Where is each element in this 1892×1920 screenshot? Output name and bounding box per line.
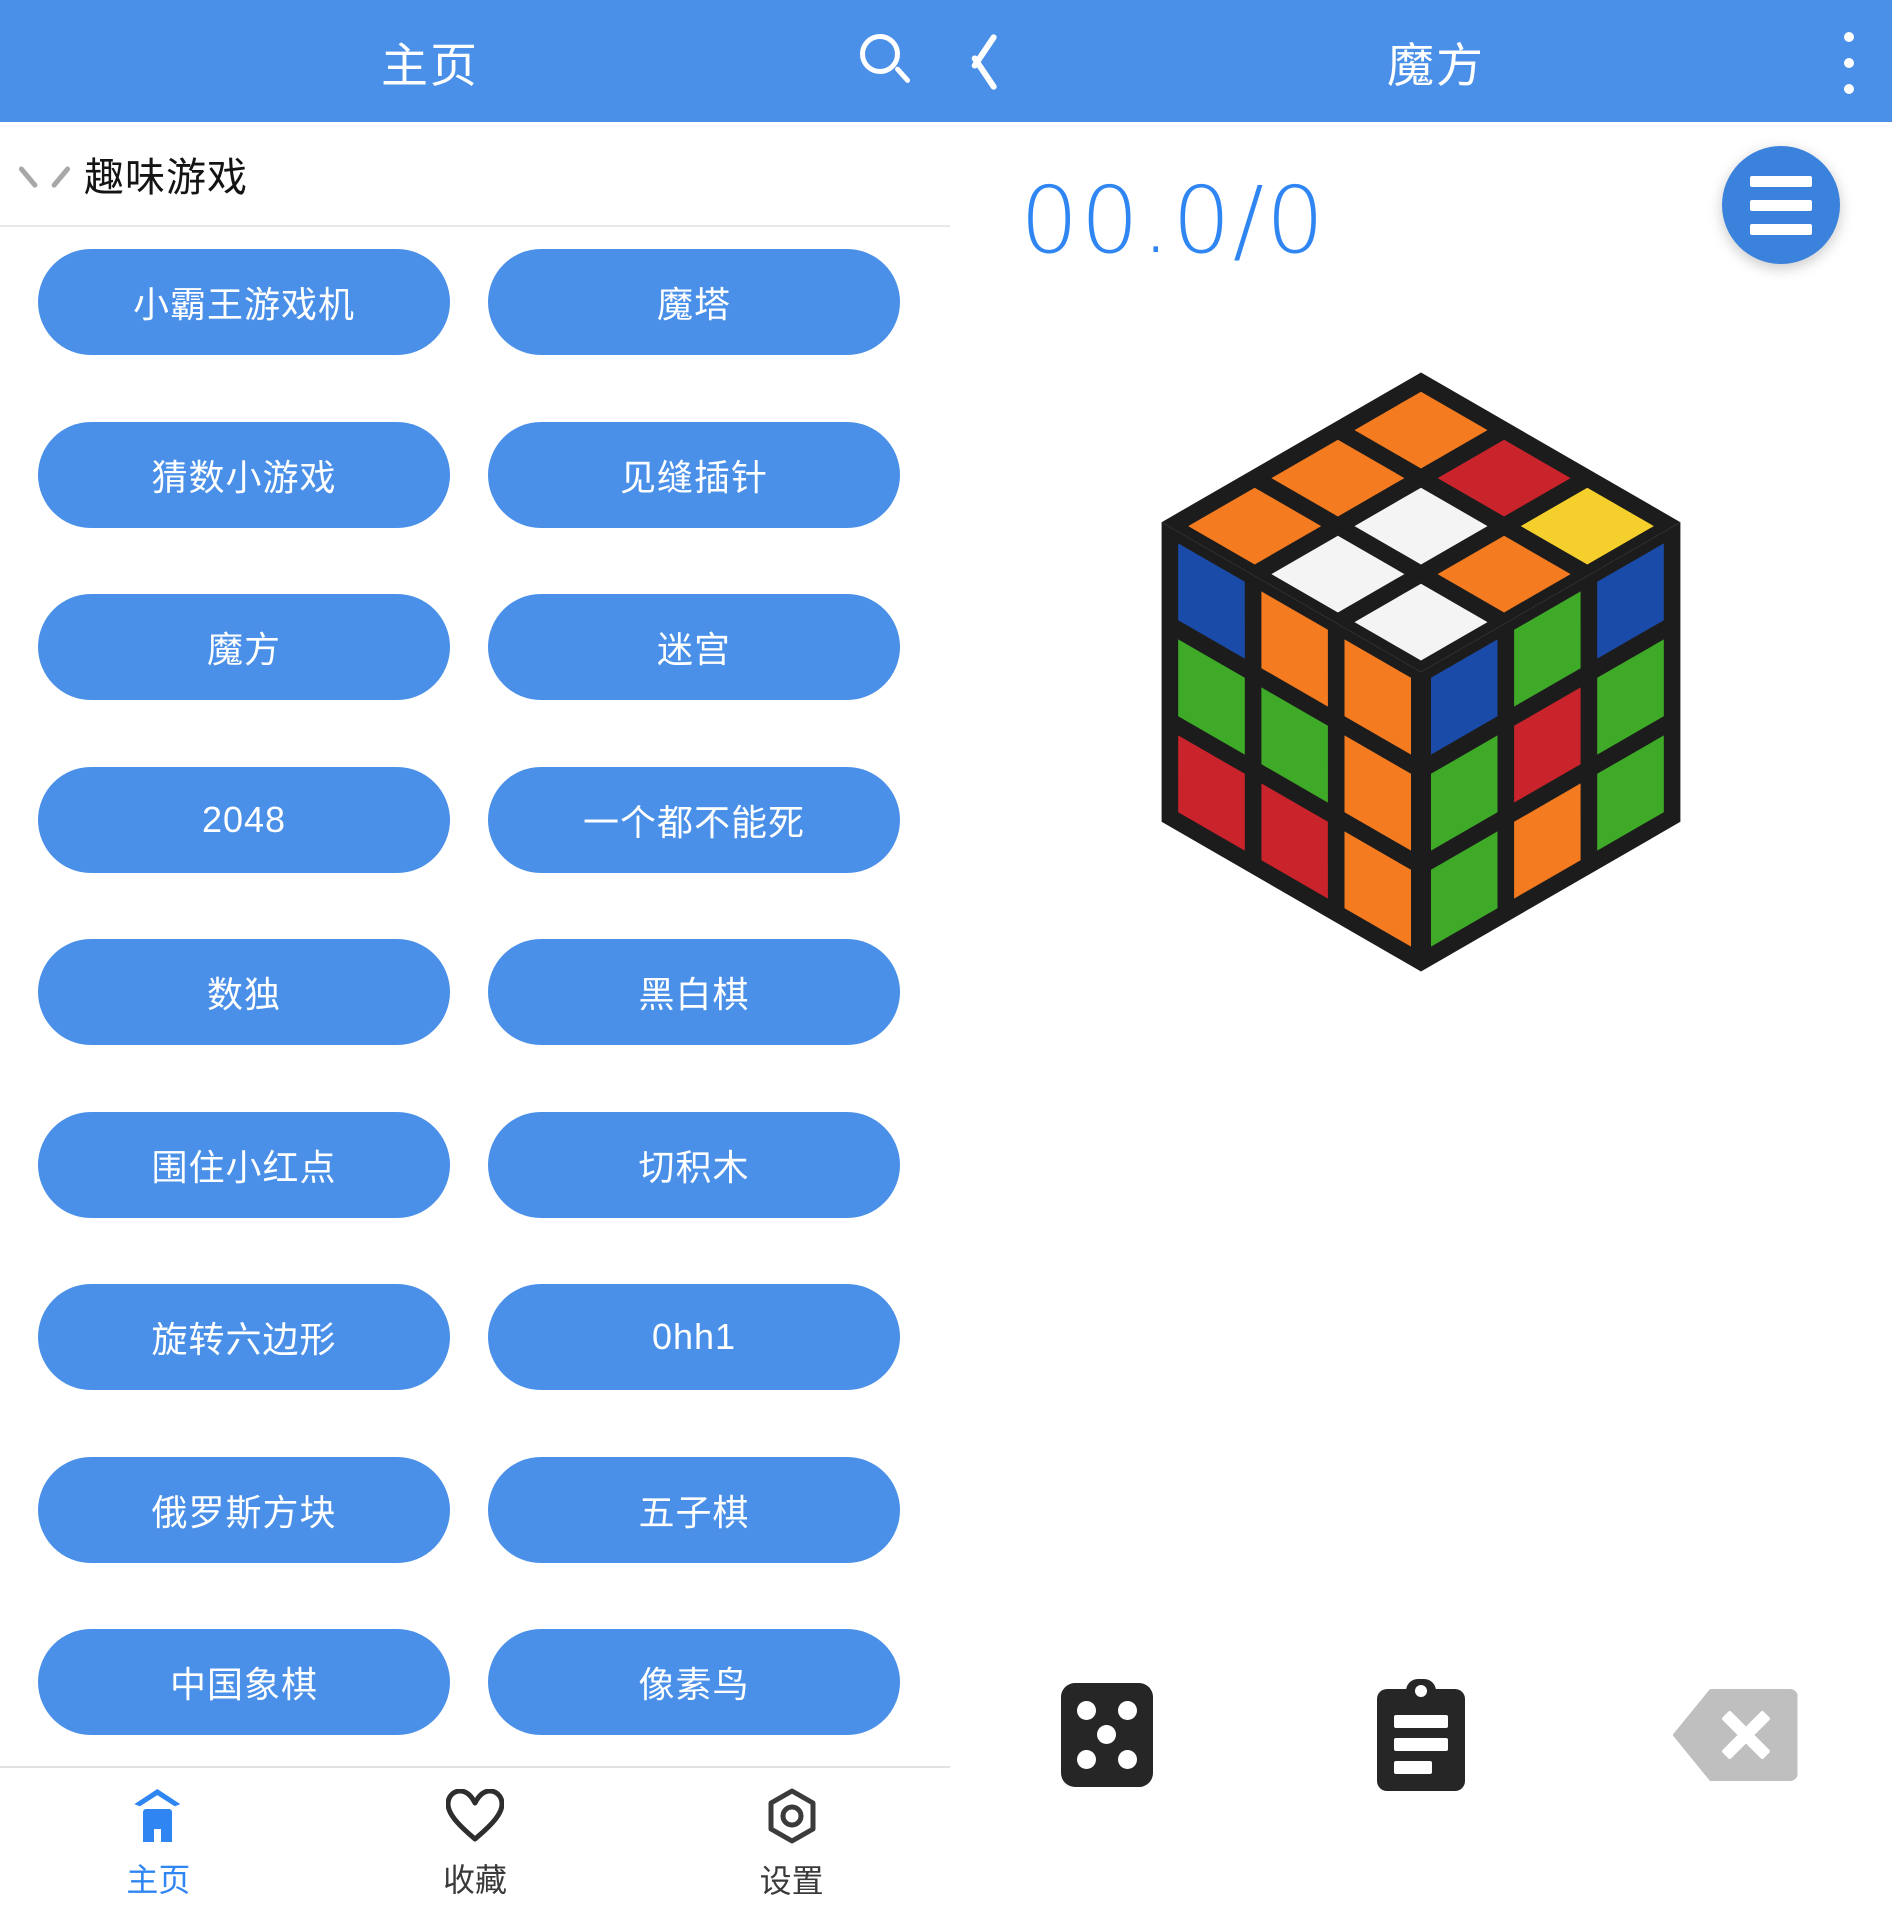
section-header[interactable]: 趣味游戏 bbox=[0, 122, 950, 227]
undo-button[interactable] bbox=[1578, 1689, 1892, 1781]
game-button[interactable]: 迷宫 bbox=[488, 594, 900, 701]
rubiks-cube-render[interactable] bbox=[950, 372, 1892, 1072]
game-button[interactable]: 2048 bbox=[38, 766, 450, 873]
game-button-grid: 小霸王游戏机 魔塔 猜数小游戏 见缝插针 魔方 迷宫 2048 一个都不能死 数… bbox=[0, 227, 950, 1771]
heart-icon bbox=[446, 1789, 504, 1843]
nav-label-home: 主页 bbox=[126, 1862, 191, 1898]
game-button[interactable]: 五子棋 bbox=[488, 1456, 900, 1563]
game-list-panel: 趣味游戏 小霸王游戏机 魔塔 猜数小游戏 见缝插针 魔方 迷宫 2048 一个都… bbox=[0, 122, 950, 1920]
dice-icon bbox=[1061, 1683, 1153, 1787]
page-title: 魔方 bbox=[1387, 38, 1485, 92]
chevron-up-icon[interactable] bbox=[17, 151, 72, 197]
bottom-navigation: 主页 收藏 设置 bbox=[0, 1770, 950, 1920]
nav-item-home[interactable]: 主页 bbox=[0, 1789, 317, 1901]
timer-display: 00.0/0 bbox=[1020, 167, 1327, 274]
game-button[interactable]: 数独 bbox=[38, 939, 450, 1046]
nav-label-settings: 设置 bbox=[759, 1863, 824, 1899]
home-icon bbox=[129, 1789, 187, 1843]
clipboard-icon bbox=[1377, 1679, 1465, 1791]
more-vertical-icon[interactable] bbox=[1844, 32, 1858, 94]
backspace-x-icon bbox=[1672, 1689, 1798, 1781]
nav-item-settings[interactable]: 设置 bbox=[633, 1788, 950, 1902]
game-button[interactable]: 魔方 bbox=[38, 594, 450, 701]
game-button[interactable]: 魔塔 bbox=[488, 249, 900, 355]
hamburger-menu-icon[interactable] bbox=[1722, 146, 1840, 264]
game-button[interactable]: 0hh1 bbox=[488, 1284, 900, 1391]
section-title: 趣味游戏 bbox=[84, 155, 248, 200]
scramble-button[interactable] bbox=[950, 1683, 1264, 1787]
nav-item-favorites[interactable]: 收藏 bbox=[317, 1789, 634, 1901]
topbar-icon-group bbox=[860, 0, 998, 122]
game-button[interactable]: 小霸王游戏机 bbox=[38, 249, 450, 355]
game-button[interactable]: 猜数小游戏 bbox=[38, 421, 450, 528]
game-button[interactable]: 像素鸟 bbox=[488, 1629, 900, 1736]
game-button[interactable]: 切积木 bbox=[488, 1111, 900, 1218]
cube-game-panel: 00.0/0 bbox=[950, 122, 1892, 1920]
game-button[interactable]: 俄罗斯方块 bbox=[38, 1456, 450, 1563]
game-button[interactable]: 旋转六边形 bbox=[38, 1284, 450, 1391]
list-divider bbox=[0, 1766, 950, 1768]
game-button[interactable]: 一个都不能死 bbox=[488, 766, 900, 873]
record-button[interactable] bbox=[1264, 1679, 1578, 1791]
game-button[interactable]: 中国象棋 bbox=[38, 1629, 450, 1736]
gear-icon bbox=[764, 1788, 820, 1844]
cube-controls bbox=[950, 1660, 1892, 1810]
game-button[interactable]: 黑白棋 bbox=[488, 939, 900, 1046]
app-root: 主页 魔方 趣味游戏 小霸王游戏机 魔塔 猜数小游戏 见缝插针 魔方 迷宫 20… bbox=[0, 0, 1892, 1920]
topbar-home-label[interactable]: 主页 bbox=[0, 27, 860, 96]
search-icon[interactable] bbox=[860, 34, 914, 88]
nav-label-favorites: 收藏 bbox=[443, 1862, 508, 1898]
game-button[interactable]: 围住小红点 bbox=[38, 1111, 450, 1218]
top-app-bar: 主页 魔方 bbox=[0, 0, 1892, 122]
game-button[interactable]: 见缝插针 bbox=[488, 421, 900, 528]
